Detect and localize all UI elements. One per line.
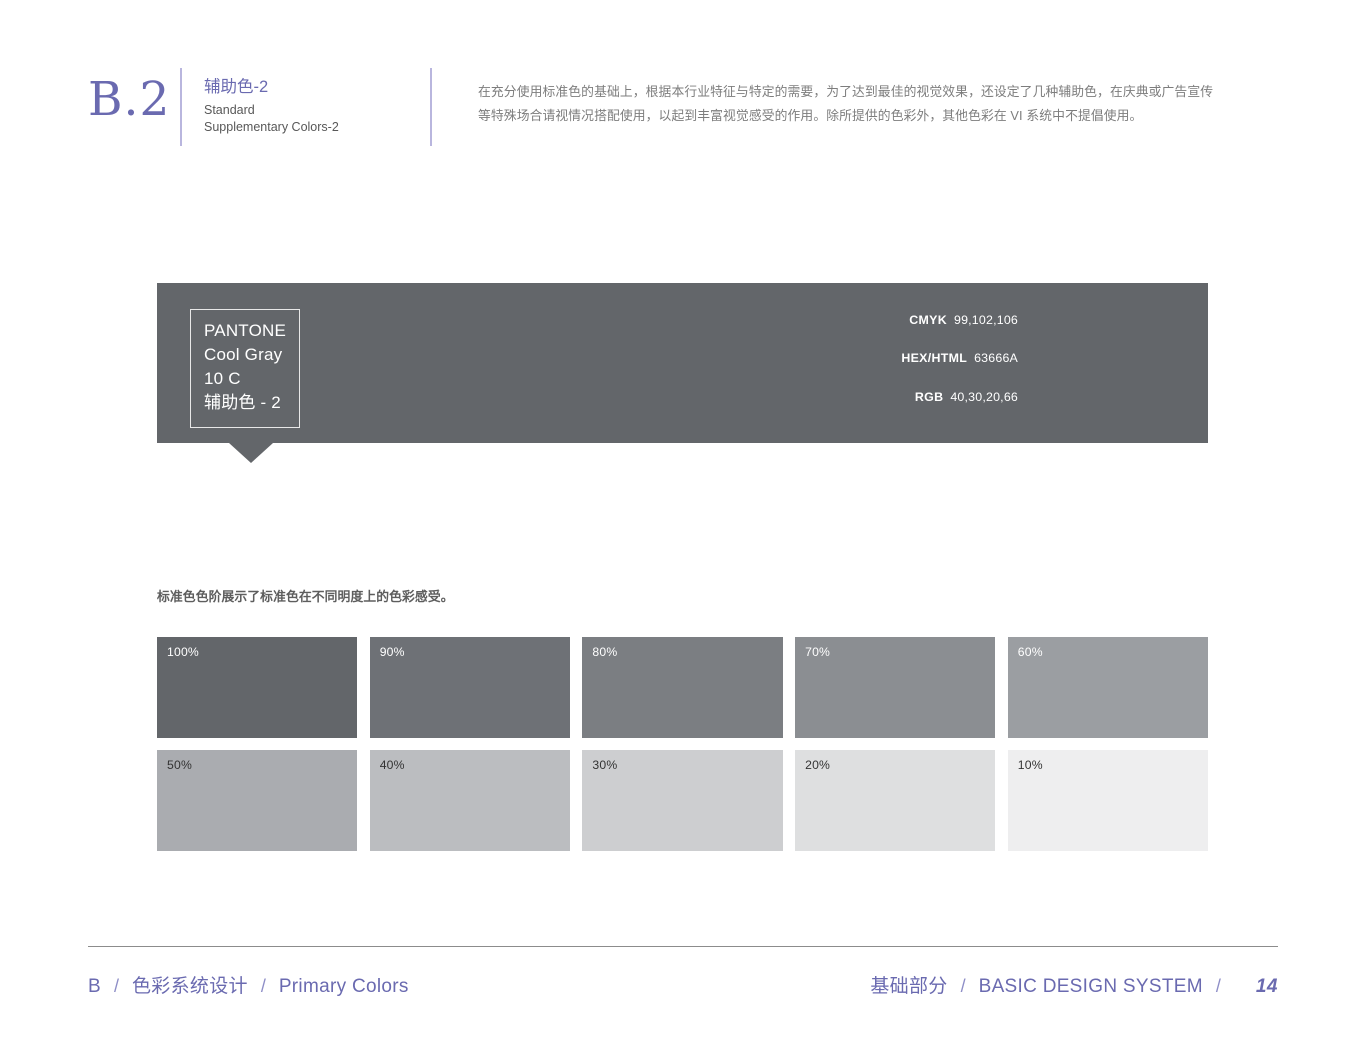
page-footer: B / 色彩系统设计 / Primary Colors 基础部分 / BASIC…: [88, 966, 1278, 1002]
tint-swatch-label: 80%: [592, 645, 618, 659]
tint-swatch-label: 100%: [167, 645, 199, 659]
footer-divider: [88, 946, 1278, 947]
tint-swatch: 90%: [369, 637, 570, 738]
pantone-code: 10 C: [204, 369, 241, 389]
tint-swatch: 40%: [369, 750, 570, 851]
color-spec-label: RGB: [914, 389, 944, 404]
footer-section-code: B: [88, 975, 101, 997]
footer-chapter-cn: 色彩系统设计: [132, 975, 248, 997]
pantone-role-cn: 辅助色 - 2: [204, 393, 281, 413]
tint-swatch-label: 70%: [805, 645, 831, 659]
tint-swatch-label: 50%: [167, 758, 192, 772]
header-title-block: 辅助色-2 Standard Supplementary Colors-2: [182, 66, 430, 135]
footer-separator-3: /: [960, 975, 966, 996]
color-swatch-large: PANTONE Cool Gray 10 C 辅助色 - 2 CMYK 99,10…: [157, 283, 1208, 463]
pantone-name: PANTONE: [204, 321, 287, 340]
page-number: 14: [1255, 975, 1278, 997]
color-spec-row: CMYK 99,102,106: [901, 314, 1018, 326]
footer-part-en: BASIC DESIGN SYSTEM: [978, 975, 1203, 997]
page-title-en-line2: Supplementary Colors-2: [204, 119, 339, 134]
footer-left-group: B / 色彩系统设计 / Primary Colors: [88, 971, 409, 998]
tint-scale-grid: 100% 90% 80% 70% 60% 50% 40% 30% 20% 10%: [157, 637, 1208, 851]
tint-swatch-label: 90%: [379, 645, 405, 659]
tint-swatch-label: 40%: [379, 758, 405, 772]
page-title-en-line1: Standard: [204, 103, 255, 118]
description-line-2: 等特殊场合请视情况搭配使用，以起到丰富视觉感受的作用。除所提供的色彩外，其他色彩…: [478, 107, 1143, 123]
footer-separator-1: /: [113, 975, 119, 996]
footer-chapter-en: Primary Colors: [278, 975, 409, 997]
primary-color-block: PANTONE Cool Gray 10 C 辅助色 - 2 CMYK 99,10…: [157, 283, 1208, 463]
color-spec-value: 63666A: [974, 351, 1018, 366]
tint-swatch: 60%: [1007, 637, 1208, 738]
tint-swatch: 70%: [795, 637, 996, 738]
section-code: B.2: [88, 72, 171, 127]
header-description: 在充分使用标准色的基础上，根据本行业特征与特定的需要，为了达到最佳的视觉效果，还…: [432, 66, 1284, 127]
pantone-family: Cool Gray: [204, 345, 283, 365]
pointer-triangle-icon: [229, 443, 273, 463]
color-spec-list: CMYK 99,102,106 HEX/HTML 63666A RGB 40,30,20,…: [901, 314, 1018, 403]
color-spec-label: HEX/HTML: [901, 351, 968, 366]
tint-caption: 标准色色阶展示了标准色在不同明度上的色彩感受。: [157, 589, 454, 604]
tint-swatch: 20%: [795, 750, 996, 851]
tint-swatch-label: 60%: [1017, 645, 1043, 659]
tint-swatch: 10%: [1007, 750, 1208, 851]
tint-swatch: 80%: [582, 637, 783, 738]
tint-swatch-label: 30%: [592, 758, 618, 772]
page-title-cn: 辅助色-2: [204, 78, 269, 96]
page-header: B.2 辅助色-2 Standard Supplementary Colors-…: [88, 66, 1284, 156]
footer-separator-4: /: [1215, 975, 1221, 996]
color-spec-row: HEX/HTML 63666A: [901, 352, 1018, 364]
color-spec-value: 99,102,106: [953, 313, 1018, 327]
footer-right-group: 基础部分 / BASIC DESIGN SYSTEM / 14: [870, 971, 1278, 998]
tint-swatch: 50%: [157, 750, 358, 851]
footer-separator-2: /: [260, 975, 266, 996]
color-spec-label: CMYK: [909, 313, 947, 327]
color-spec-row: RGB 40,30,20,66: [901, 391, 1018, 403]
pantone-label-box: PANTONE Cool Gray 10 C 辅助色 - 2: [190, 309, 301, 428]
description-line-1: 在充分使用标准色的基础上，根据本行业特征与特定的需要，为了达到最佳的视觉效果，还…: [478, 84, 1214, 99]
color-spec-value: 40,30,20,66: [950, 389, 1018, 404]
tint-swatch: 100%: [157, 637, 358, 738]
footer-part-cn: 基础部分: [870, 975, 948, 997]
tint-swatch: 30%: [582, 750, 783, 851]
tint-swatch-label: 20%: [805, 758, 831, 772]
tint-swatch-label: 10%: [1017, 758, 1043, 772]
